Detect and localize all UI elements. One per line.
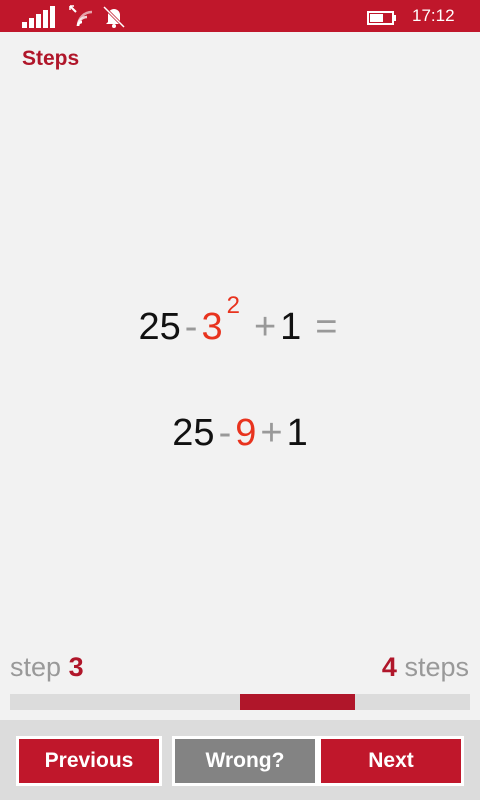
page-title: Steps [22,47,80,70]
status-bar: 17:12 [0,0,480,32]
operand: 25 [138,306,181,348]
wrong-button[interactable]: Wrong? [172,736,318,786]
steps-word: steps [404,652,469,682]
next-button[interactable]: Next [318,736,464,786]
highlighted-base: 3 [201,306,223,348]
operator: - [218,412,232,454]
total-steps-label: 4 steps [382,652,469,683]
step-progress-track [10,694,470,710]
step-word: step [10,652,62,682]
operand: 1 [286,412,308,454]
current-step-number: 3 [68,652,84,682]
expression-line-1: 25-32 + 1 = [0,292,480,349]
signal-icon [22,6,55,28]
operator: + [260,412,283,454]
status-time: 17:12 [412,6,455,25]
current-step-label: step 3 [10,652,84,683]
previous-button[interactable]: Previous [16,736,162,786]
step-progress-fill [240,694,355,710]
highlighted-result: 9 [235,412,257,454]
total-steps-number: 4 [381,652,397,682]
expression-line-2: 25-9 +1 [0,412,480,455]
wifi-off-icon [69,5,93,27]
equals-sign: = [315,306,338,348]
battery-icon [367,11,396,25]
operator: + [253,306,277,348]
operator: - [184,306,198,348]
operand: 25 [172,412,215,454]
operand: 1 [280,306,302,348]
exponent: 2 [226,292,240,319]
bell-off-icon [102,5,126,29]
